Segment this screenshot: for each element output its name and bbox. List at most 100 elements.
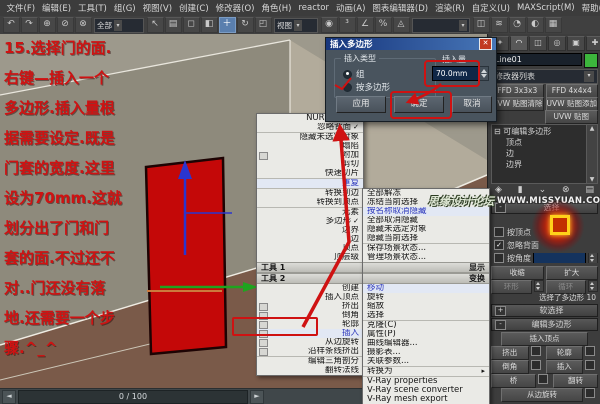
menu-item-hide-unselected[interactable]: 隐藏未选定对象: [257, 132, 363, 142]
menu-maxscript[interactable]: MAXScript(M): [514, 3, 579, 13]
outline-button[interactable]: 轮廓: [545, 346, 583, 360]
collapse-icon[interactable]: -: [495, 319, 506, 330]
stack-item-editable-poly[interactable]: ⊟ 可编辑多边形: [494, 126, 584, 137]
flip-button[interactable]: 翻转: [553, 374, 598, 388]
settings-box-icon[interactable]: [259, 339, 268, 347]
menu-item-polygon[interactable]: 多边形 ✓: [257, 217, 363, 226]
undo-icon[interactable]: ↶: [2, 17, 20, 33]
radio-by-polygon-option[interactable]: 按多边形: [343, 81, 390, 93]
menu-customize[interactable]: 自定义(U): [468, 2, 513, 14]
menu-character[interactable]: 角色(H): [258, 2, 295, 14]
selection-filter-dropdown[interactable]: 全部 ▾: [94, 17, 144, 33]
redo-icon[interactable]: ↷: [20, 17, 38, 33]
select-rotate-icon[interactable]: ↻: [236, 17, 254, 33]
select-by-name-icon[interactable]: ▤: [164, 17, 182, 33]
menu-item-attach[interactable]: 附加: [257, 151, 363, 160]
select-move-icon[interactable]: ＋: [218, 17, 236, 33]
menu-item-hide-unselected-objects[interactable]: 隐藏未选定对象: [363, 225, 489, 234]
menu-item-collapse[interactable]: 塌陷: [257, 142, 363, 151]
menu-item-hide-selection[interactable]: 隐藏当前选择: [363, 234, 489, 243]
hinge-from-edge-button[interactable]: 从边旋转: [501, 388, 583, 402]
checkbox-icon[interactable]: [494, 253, 504, 263]
radio-group-option[interactable]: 组: [343, 68, 365, 80]
edit-polygons-rollout-header[interactable]: - 编辑多边形: [491, 318, 598, 331]
uvw-map-add-button[interactable]: UVW 贴图添加: [545, 97, 598, 111]
inset-settings-icon[interactable]: [585, 360, 595, 370]
time-slider[interactable]: 0 / 100: [18, 390, 248, 404]
menu-item-save-scene-state[interactable]: 保存场景状态...: [363, 243, 489, 253]
menu-help[interactable]: 帮助(H): [578, 2, 600, 14]
menu-item-properties[interactable]: 属性(P): [363, 330, 489, 339]
cancel-button[interactable]: 取消: [452, 96, 492, 113]
grow-button[interactable]: 扩大: [545, 266, 598, 280]
extrude-settings-icon[interactable]: [530, 346, 541, 356]
menu-item-select[interactable]: 选择: [363, 311, 489, 320]
settings-box-icon[interactable]: [259, 348, 268, 356]
menu-item-convert-to[interactable]: 转换为 ▸: [363, 366, 489, 376]
bind-spacewarp-icon[interactable]: ⊗: [74, 17, 92, 33]
menu-item-repeat[interactable]: 重复: [257, 178, 363, 188]
insert-vertex-button[interactable]: 插入顶点: [501, 332, 588, 346]
snap-toggle-icon[interactable]: ³: [338, 17, 356, 33]
bridge-settings-icon[interactable]: [538, 374, 548, 384]
bridge-button[interactable]: 桥: [491, 374, 536, 388]
object-name-field[interactable]: Line01: [491, 53, 582, 66]
menu-item-move[interactable]: 移动: [363, 284, 489, 293]
stack-item-border[interactable]: 边界: [494, 159, 584, 170]
menu-group[interactable]: 组(G): [110, 2, 139, 14]
rect-selection-region-icon[interactable]: ◻: [182, 17, 200, 33]
checkbox-checked-icon[interactable]: ✓: [494, 240, 504, 250]
material-editor-icon[interactable]: ◐: [526, 17, 544, 33]
menu-item-hinge-from-edge[interactable]: 从边旋转: [257, 338, 363, 347]
utilities-tab-icon[interactable]: ✚: [586, 36, 600, 51]
radio-selected-icon[interactable]: [343, 69, 352, 79]
menu-item-unhide-all[interactable]: 全部取消隐藏: [363, 216, 489, 225]
apply-button[interactable]: 应用: [336, 96, 386, 113]
uvw-map-clear-button[interactable]: UVW 贴图清除: [491, 97, 544, 111]
menu-item-quickslice[interactable]: 快速切片: [257, 169, 363, 178]
loop-spinner[interactable]: [588, 280, 598, 292]
menu-item-create[interactable]: 创建: [257, 284, 363, 293]
prev-frame-icon[interactable]: ◄: [2, 390, 16, 404]
hinge-settings-icon[interactable]: [585, 388, 595, 398]
menu-item-extrude-along-spline[interactable]: 沿样条线挤出: [257, 347, 363, 356]
settings-box-icon[interactable]: [259, 152, 268, 160]
menu-edit[interactable]: 编辑(E): [39, 2, 75, 14]
expand-icon[interactable]: ⊟: [494, 127, 501, 136]
modify-tab-icon[interactable]: ◠: [510, 36, 528, 51]
soft-selection-rollout-header[interactable]: + 软选择: [491, 304, 598, 317]
spinner-up-icon[interactable]: [480, 69, 487, 73]
shrink-button[interactable]: 收缩: [491, 266, 544, 280]
menu-item-manage-scene-states[interactable]: 管理场景状态...: [363, 253, 489, 262]
menu-graph-editors[interactable]: 图表编辑器(D): [369, 2, 432, 14]
menu-item-clone[interactable]: 克隆(C): [363, 320, 489, 330]
menu-item-insert-vertex[interactable]: 插入顶点: [257, 293, 363, 302]
stack-scrollbar[interactable]: ▲ ▼: [586, 125, 597, 183]
menu-file[interactable]: 文件(F): [3, 2, 39, 14]
uvw-map-button[interactable]: UVW 贴图: [544, 110, 598, 124]
menu-item-convert-to-vertex[interactable]: 转换到顶点: [257, 198, 363, 207]
expand-icon[interactable]: +: [495, 305, 506, 316]
menu-animation[interactable]: 动画(A): [332, 2, 368, 14]
menu-item-edge[interactable]: 边: [257, 235, 363, 244]
spinner-down-icon[interactable]: [480, 74, 487, 78]
menu-reactor[interactable]: reactor: [295, 3, 332, 13]
ffd-4x4x4-button[interactable]: FFD 4x4x4: [545, 84, 598, 98]
stack-item-vertex[interactable]: 顶点: [494, 137, 584, 148]
menu-item-vertex[interactable]: 顶点: [257, 244, 363, 253]
ref-coordsys-dropdown[interactable]: 视图 ▾: [274, 17, 318, 33]
settings-box-icon[interactable]: [259, 303, 268, 311]
hierarchy-tab-icon[interactable]: ◫: [529, 36, 547, 51]
menu-item-border[interactable]: 边界: [257, 226, 363, 235]
by-angle-spinner[interactable]: [588, 253, 598, 263]
menu-tools[interactable]: 工具(T): [75, 2, 111, 14]
checkbox-icon[interactable]: [494, 227, 504, 237]
render-icon[interactable]: ▦: [544, 17, 562, 33]
menu-views[interactable]: 视图(V): [139, 2, 175, 14]
stack-item-edge[interactable]: 边: [494, 148, 584, 159]
menu-item-flip-normals[interactable]: 翻转法线: [257, 366, 363, 375]
mirror-icon[interactable]: ◫: [472, 17, 490, 33]
align-icon[interactable]: ≋: [490, 17, 508, 33]
angle-snap-icon[interactable]: ∠: [356, 17, 374, 33]
next-frame-icon[interactable]: ►: [250, 390, 264, 404]
